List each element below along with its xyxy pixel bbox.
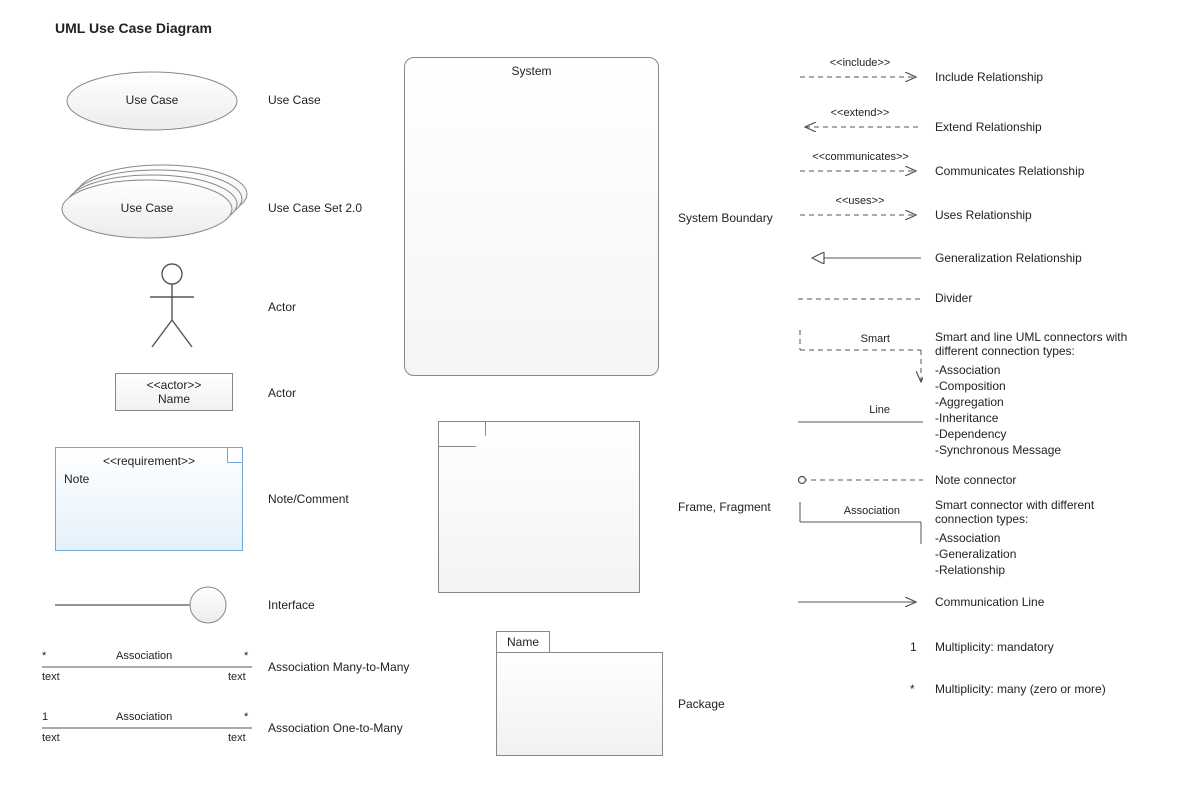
assoc-mm-label: Association Many-to-Many [268, 660, 409, 674]
assoc-mm-left-mult: * [42, 650, 46, 662]
note-connector-icon [790, 474, 923, 486]
mult-one-symbol: 1 [910, 640, 917, 654]
assoc-om-word: Association [116, 711, 172, 723]
assoc-om-right-role: text [228, 732, 246, 744]
assoc-mm-left-role: text [42, 671, 60, 683]
actor-box-name: Name [116, 392, 232, 406]
line-word: Line [850, 404, 890, 416]
note-stereotype: <<requirement>> [56, 448, 242, 468]
use-case-set-text: Use Case [62, 201, 232, 215]
package-label: Package [678, 697, 725, 711]
use-case-label: Use Case [268, 93, 321, 107]
include-connector-icon [798, 72, 923, 82]
interface-lollipop-icon [55, 585, 235, 625]
extend-stereo: <<extend>> [820, 107, 900, 119]
system-boundary-label: System Boundary [678, 211, 773, 225]
package-tab: Name [496, 631, 550, 653]
include-label: Include Relationship [935, 70, 1043, 84]
use-case-ellipse-text: Use Case [67, 93, 237, 107]
mult-one-label: Multiplicity: mandatory [935, 640, 1054, 654]
smart-label: Smart and line UML connectors with diffe… [935, 330, 1135, 358]
communicates-connector-icon [798, 166, 923, 176]
smart-types: -Association -Composition -Aggregation -… [935, 362, 1061, 458]
uses-label: Uses Relationship [935, 208, 1032, 222]
assoc-om-label: Association One-to-Many [268, 721, 403, 735]
actor-stick-label: Actor [268, 300, 296, 314]
extend-connector-icon [798, 122, 923, 132]
assoc-om-right-mult: * [244, 711, 248, 723]
uses-connector-icon [798, 210, 923, 220]
assoc-om-left-mult: 1 [42, 711, 48, 723]
include-stereo: <<include>> [820, 57, 900, 69]
uml-use-case-diagram-canvas: UML Use Case Diagram Use Case Use Case U… [0, 0, 1200, 810]
system-boundary-box: System [404, 57, 659, 376]
communication-line-icon [798, 596, 923, 608]
assoc-mm-right-mult: * [244, 650, 248, 662]
assoc-mm-word: Association [116, 650, 172, 662]
communication-line-label: Communication Line [935, 595, 1044, 609]
uses-stereo: <<uses>> [820, 195, 900, 207]
actor-box-stereotype: <<actor>> [116, 378, 232, 392]
assoc-mm-line-icon [42, 666, 252, 668]
package-box: Name [496, 652, 663, 756]
assoc-om-left-role: text [42, 732, 60, 744]
note-label: Note/Comment [268, 492, 349, 506]
mult-many-symbol: * [910, 682, 915, 696]
generalization-label: Generalization Relationship [935, 251, 1082, 265]
divider-line-icon [798, 297, 923, 301]
note-text: Note [56, 468, 242, 490]
communicates-label: Communicates Relationship [935, 164, 1084, 178]
frame-box [438, 421, 640, 593]
interface-label: Interface [268, 598, 315, 612]
communicates-stereo: <<communicates>> [803, 151, 918, 163]
assoc-mm-right-role: text [228, 671, 246, 683]
system-boundary-title: System [405, 58, 658, 78]
actor-stereotype-box: <<actor>> Name [115, 373, 233, 411]
extend-label: Extend Relationship [935, 120, 1042, 134]
page-title: UML Use Case Diagram [55, 20, 212, 36]
generalization-connector-icon [798, 251, 923, 265]
line-connector-icon [798, 420, 923, 424]
frame-label: Frame, Fragment [678, 500, 771, 514]
actor-box-label: Actor [268, 386, 296, 400]
actor-stickfigure-icon [142, 262, 202, 352]
association-word: Association [830, 505, 900, 517]
use-case-set-label: Use Case Set 2.0 [268, 201, 362, 215]
smart-word: Smart [840, 333, 890, 345]
association-smart-types: -Association -Generalization -Relationsh… [935, 530, 1016, 578]
frame-tab-icon [438, 421, 486, 447]
note-box: <<requirement>> Note [55, 447, 243, 551]
note-connector-label: Note connector [935, 473, 1016, 487]
divider-label: Divider [935, 291, 972, 305]
mult-many-label: Multiplicity: many (zero or more) [935, 682, 1106, 696]
note-corner-fold-icon [227, 448, 242, 463]
association-smart-label: Smart connector with different connectio… [935, 498, 1145, 526]
assoc-om-line-icon [42, 727, 252, 729]
